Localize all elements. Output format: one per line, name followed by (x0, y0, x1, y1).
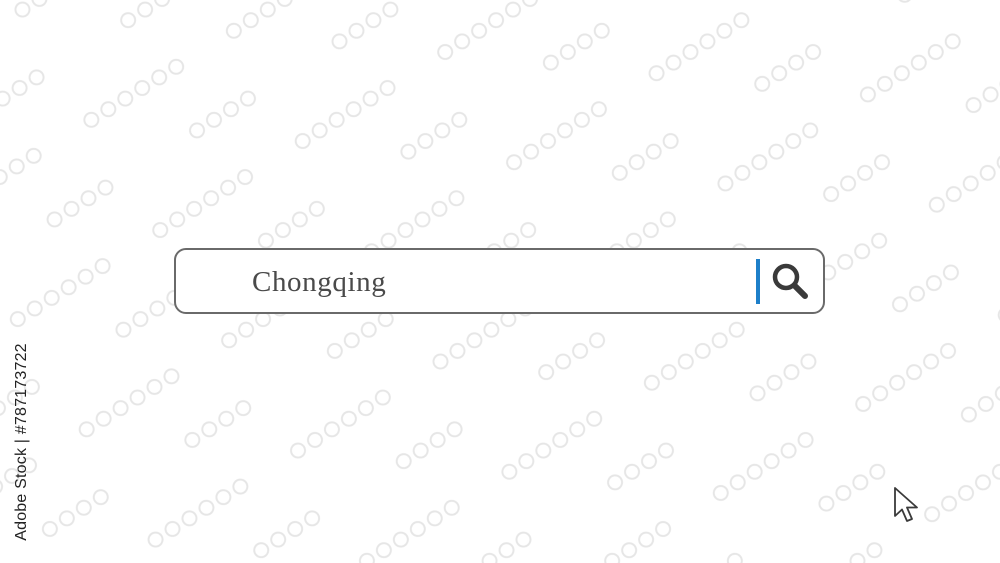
text-caret (756, 259, 760, 304)
arrow-cursor-icon (894, 487, 918, 522)
search-icon (772, 263, 808, 299)
stage: Chongqing Adobe Stock | #787173722 (0, 0, 1000, 563)
search-bar[interactable]: Chongqing (174, 248, 825, 314)
search-input[interactable]: Chongqing (252, 266, 386, 298)
search-button[interactable] (768, 259, 812, 303)
stock-credit-text: Adobe Stock | #787173722 (13, 343, 30, 541)
stock-credit: Adobe Stock | #787173722 (10, 332, 34, 552)
